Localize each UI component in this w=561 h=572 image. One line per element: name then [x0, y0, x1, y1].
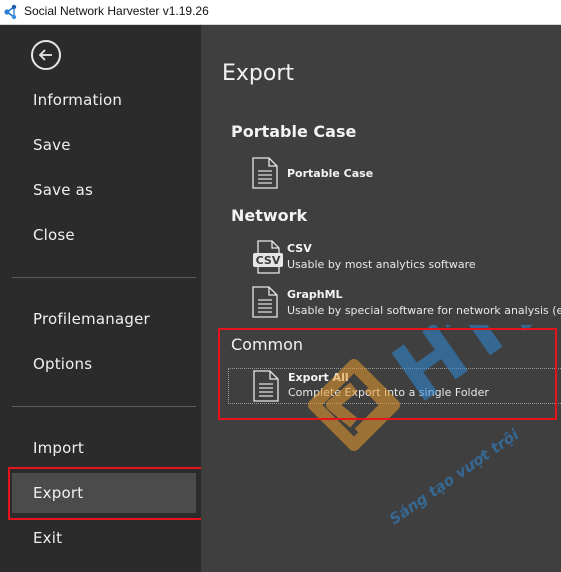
- nav-save[interactable]: Save: [12, 125, 196, 165]
- item-description: Complete Export into a single Folder: [288, 386, 489, 399]
- nav-label: Save: [33, 136, 71, 154]
- document-icon: [252, 157, 278, 189]
- nav-label: Profilemanager: [33, 310, 150, 328]
- nav-label: Import: [33, 439, 84, 457]
- back-button[interactable]: [31, 40, 61, 70]
- export-csv-button[interactable]: CSV CSV Usable by most analytics softwar…: [249, 240, 561, 280]
- nav-export[interactable]: Export: [12, 473, 196, 513]
- nav-import[interactable]: Import: [12, 428, 196, 468]
- window-title: Social Network Harvester v1.19.26: [24, 4, 209, 18]
- nav-information[interactable]: Information: [12, 80, 196, 120]
- export-graphml-button[interactable]: GraphML Usable by special software for n…: [249, 286, 561, 326]
- item-description: Usable by most analytics software: [287, 258, 476, 271]
- hti-watermark-logo: HTI Sáng tạo vượt trội: [308, 325, 549, 528]
- svg-text:CSV: CSV: [256, 254, 281, 267]
- document-icon: [253, 370, 279, 402]
- nav-exit[interactable]: Exit: [12, 518, 196, 558]
- nav-label: Options: [33, 355, 93, 373]
- item-title: Portable Case: [287, 167, 374, 180]
- watermark-tagline: Sáng tạo vượt trội: [386, 425, 523, 528]
- item-description: Usable by special software for network a…: [287, 304, 561, 317]
- network-graph-icon: [4, 4, 17, 20]
- backstage-sidebar: Information Save Save as Close Profilema…: [0, 25, 201, 572]
- section-network: Network: [231, 206, 308, 225]
- export-portable-case-button[interactable]: Portable Case: [249, 157, 561, 197]
- document-icon: [252, 286, 278, 318]
- nav-label: Exit: [33, 529, 63, 547]
- section-common: Common: [231, 335, 304, 354]
- section-portable-case: Portable Case: [231, 122, 357, 141]
- export-all-button[interactable]: Export All Complete Export into a single…: [228, 368, 561, 404]
- nav-close[interactable]: Close: [12, 215, 196, 255]
- back-arrow-icon: [38, 49, 52, 61]
- nav-profilemanager[interactable]: Profilemanager: [12, 299, 196, 339]
- sidebar-divider: [12, 277, 196, 278]
- nav-save-as[interactable]: Save as: [12, 170, 196, 210]
- item-title: Export All: [288, 371, 349, 384]
- sidebar-divider: [12, 406, 196, 407]
- export-panel: Export Portable Case Portable Case Netwo…: [201, 25, 561, 572]
- page-title: Export: [222, 61, 295, 86]
- item-title: GraphML: [287, 288, 343, 301]
- nav-label: Information: [33, 91, 123, 109]
- nav-label: Export: [33, 484, 84, 502]
- nav-label: Save as: [33, 181, 93, 199]
- nav-options[interactable]: Options: [12, 344, 196, 384]
- title-bar: Social Network Harvester v1.19.26: [0, 0, 561, 25]
- csv-file-icon: CSV: [253, 240, 283, 274]
- item-title: CSV: [287, 242, 312, 255]
- nav-label: Close: [33, 226, 75, 244]
